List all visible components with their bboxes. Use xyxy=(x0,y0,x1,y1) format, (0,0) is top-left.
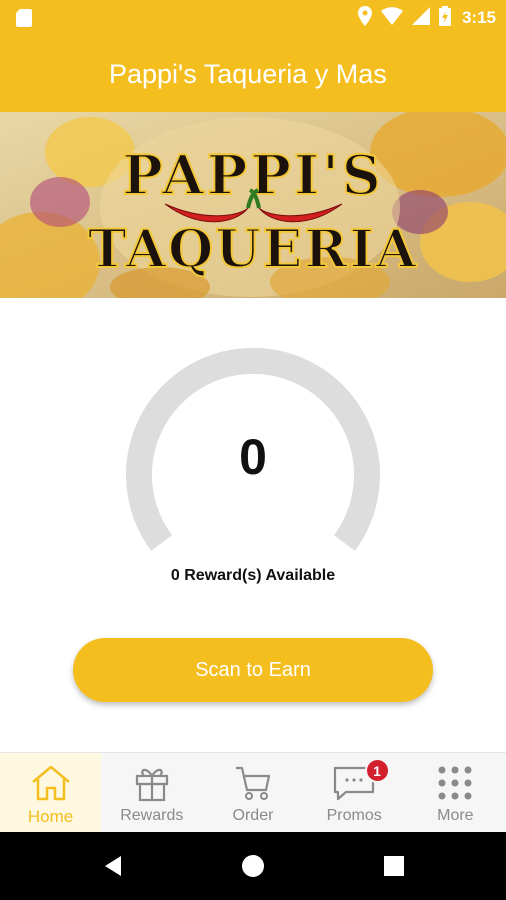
location-icon xyxy=(357,5,372,31)
nav-label-rewards: Rewards xyxy=(120,807,184,824)
banner-image: PAPPI'S TAQUERIA xyxy=(0,112,506,298)
bottom-nav: Home Rewards Order 1 Promos More xyxy=(0,752,506,833)
rewards-available-text: 0 Reward(s) Available xyxy=(170,567,336,584)
app-title: Pappi's Taqueria y Mas xyxy=(109,58,387,89)
status-bar: 3:15 xyxy=(0,0,506,36)
grid-icon xyxy=(433,763,477,803)
recents-icon[interactable] xyxy=(382,854,406,878)
cart-icon xyxy=(231,763,275,803)
sd-card-icon xyxy=(16,9,32,32)
nav-item-home[interactable]: Home xyxy=(0,753,102,833)
back-icon[interactable] xyxy=(101,854,125,878)
nav-label-order: Order xyxy=(232,807,274,824)
signal-icon xyxy=(411,6,430,30)
gift-icon xyxy=(130,763,174,803)
nav-item-rewards[interactable]: Rewards xyxy=(101,753,202,833)
nav-label-home: Home xyxy=(27,807,74,826)
wifi-icon xyxy=(380,6,403,30)
system-nav-bar xyxy=(0,832,506,900)
points-value: 0 xyxy=(239,429,267,485)
logo-line2: TAQUERIA xyxy=(88,219,418,280)
home-circle-icon[interactable] xyxy=(241,854,265,878)
promos-badge: 1 xyxy=(364,758,390,783)
app-bar: Pappi's Taqueria y Mas xyxy=(0,36,506,112)
status-time: 3:15 xyxy=(461,8,496,27)
nav-label-more: More xyxy=(437,807,474,824)
battery-icon xyxy=(438,5,451,31)
scan-to-earn-button[interactable]: Scan to Earn xyxy=(73,638,433,702)
nav-item-order[interactable]: Order xyxy=(202,753,303,833)
nav-item-more[interactable]: More xyxy=(405,753,506,833)
home-icon xyxy=(29,763,73,803)
nav-item-promos[interactable]: 1 Promos xyxy=(304,753,405,833)
nav-label-promos: Promos xyxy=(326,807,382,824)
banner-logo: PAPPI'S TAQUERIA xyxy=(0,112,506,298)
